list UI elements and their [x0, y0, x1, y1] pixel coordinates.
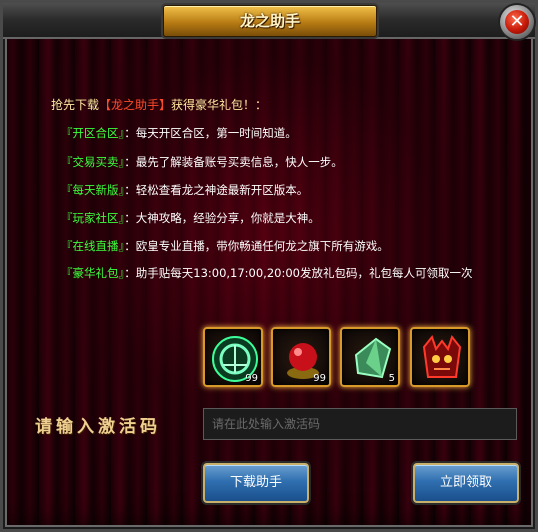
feature-tag: 『豪华礼包』 [61, 266, 125, 280]
feature-tag: 『玩家社区』 [61, 211, 125, 225]
feature-tag: 『开区合区』 [61, 126, 125, 140]
reward-count: 99 [313, 373, 326, 384]
feature-item: 『每天新版』：轻松查看龙之神途最新开区版本。 [61, 182, 308, 198]
close-icon[interactable]: ✕ [505, 10, 529, 34]
intro-suffix: 获得豪华礼包！： [171, 98, 268, 112]
intro-prefix: 抢先下载 [51, 98, 100, 112]
feature-item: 『交易买卖』：最先了解装备账号买卖信息，快人一步。 [61, 154, 343, 170]
activation-label: 请输入激活码 [35, 417, 161, 437]
feature-item: 『在线直播』：欧皇专业直播，带你畅通任何龙之旗下所有游戏。 [61, 238, 389, 254]
feature-desc: ：最先了解装备账号买卖信息，快人一步。 [124, 155, 343, 169]
dialog-title: 龙之助手 [239, 12, 300, 30]
feature-desc: ：每天开区合区，第一时间知道。 [124, 126, 297, 140]
feature-desc: ：助手贴每天13:00,17:00,20:00发放礼包码，礼包每人可领取一次 [124, 266, 473, 280]
reward-slot[interactable] [410, 327, 470, 387]
claim-now-button[interactable]: 立即领取 [413, 463, 519, 503]
feature-tag: 『在线直播』 [61, 239, 125, 253]
close-button[interactable]: ✕ [500, 5, 534, 39]
intro-highlight: 【龙之助手】 [99, 98, 172, 112]
reward-slot[interactable]: 99 [203, 327, 263, 387]
demon-mask-icon [422, 334, 462, 378]
feature-item: 『豪华礼包』：助手贴每天13:00,17:00,20:00发放礼包码，礼包每人可… [61, 265, 472, 281]
close-glyph[interactable]: ✕ [505, 10, 529, 34]
activation-code-input[interactable] [203, 408, 517, 440]
intro-text: 抢先下载【龙之助手】获得豪华礼包！： [51, 96, 267, 113]
feature-tag: 『交易买卖』 [61, 155, 125, 169]
feature-item: 『开区合区』：每天开区合区，第一时间知道。 [61, 125, 297, 141]
feature-desc: ：大神攻略，经验分享，你就是大神。 [124, 211, 320, 225]
feature-item: 『玩家社区』：大神攻略，经验分享，你就是大神。 [61, 210, 320, 226]
title-bar: 龙之助手 [3, 3, 535, 39]
feature-desc: ：欧皇专业直播，带你畅通任何龙之旗下所有游戏。 [124, 239, 389, 253]
reward-count: 5 [388, 373, 395, 384]
reward-slot[interactable]: 99 [271, 327, 331, 387]
title-plate: 龙之助手 [163, 5, 377, 37]
reward-count: 99 [245, 373, 258, 384]
feature-desc: ：轻松查看龙之神途最新开区版本。 [124, 183, 309, 197]
reward-slot[interactable]: 5 [340, 327, 400, 387]
assistant-dialog: 龙之助手 ✕ 抢先下载【龙之助手】获得豪华礼包！： 『开区合区』：每天开区合区，… [0, 0, 538, 532]
feature-tag: 『每天新版』 [61, 183, 125, 197]
download-assistant-button[interactable]: 下载助手 [203, 463, 309, 503]
